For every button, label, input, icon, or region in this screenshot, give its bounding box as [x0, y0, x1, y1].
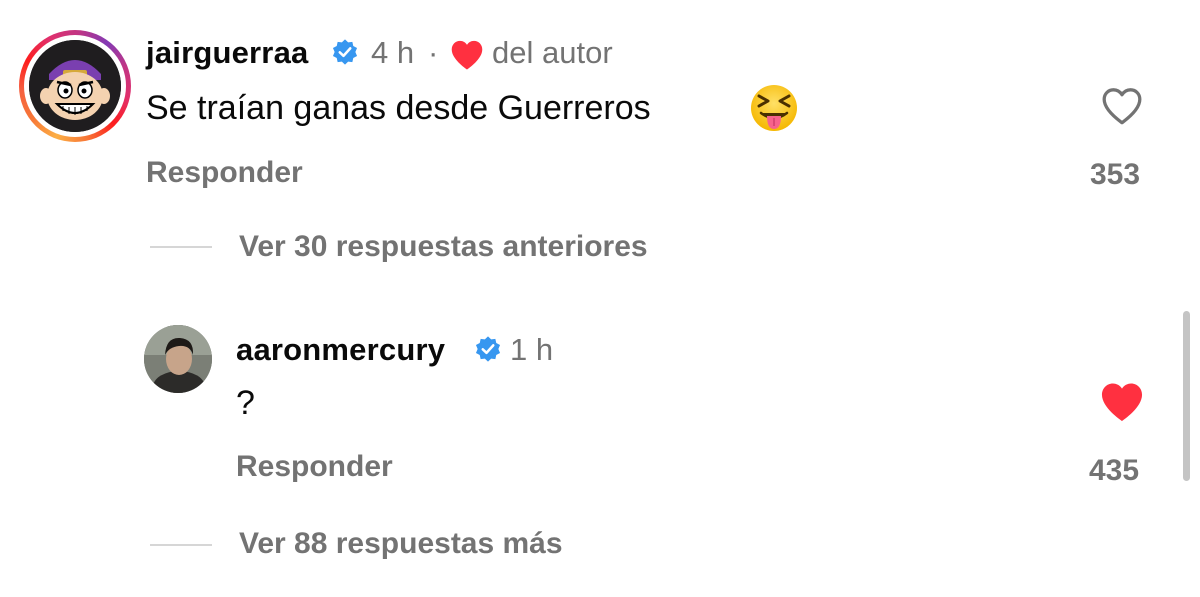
comment-text: ?: [236, 384, 255, 422]
author-liked-heart-icon: [451, 40, 483, 70]
comment-username[interactable]: jairguerraa: [146, 37, 308, 68]
like-count: 353: [1090, 158, 1141, 191]
like-count: 435: [1089, 454, 1140, 487]
reply-button[interactable]: Responder: [236, 452, 393, 482]
replies-divider-line: [150, 246, 212, 248]
comment-username[interactable]: aaronmercury: [236, 334, 445, 365]
meta-separator: ·: [428, 35, 439, 70]
view-previous-replies-button[interactable]: Ver 30 respuestas anteriores: [239, 232, 648, 262]
avatar-ring-gap: [24, 35, 126, 137]
comment-timestamp: 1 h: [510, 332, 554, 367]
author-like-label: del autor: [492, 35, 613, 70]
verified-badge-icon: [332, 39, 358, 65]
scrollbar[interactable]: [1183, 311, 1190, 481]
avatar-cartoon-icon: [29, 40, 121, 132]
comment-timestamp: 4 h: [371, 35, 415, 70]
avatar[interactable]: [144, 325, 212, 393]
comment-text: Se traían ganas desde Guerreros: [146, 89, 651, 127]
replies-divider-line: [150, 544, 212, 546]
avatar-story-ring[interactable]: [19, 30, 131, 142]
avatar-photo-icon: [144, 325, 212, 393]
squinting-tongue-emoji-icon: [751, 85, 797, 131]
like-heart-icon[interactable]: [1100, 86, 1144, 126]
reply-button[interactable]: Responder: [146, 158, 303, 188]
liked-heart-icon[interactable]: [1099, 381, 1145, 423]
view-more-replies-button[interactable]: Ver 88 respuestas más: [239, 529, 563, 559]
verified-badge-icon: [475, 336, 501, 362]
avatar: [29, 40, 121, 132]
